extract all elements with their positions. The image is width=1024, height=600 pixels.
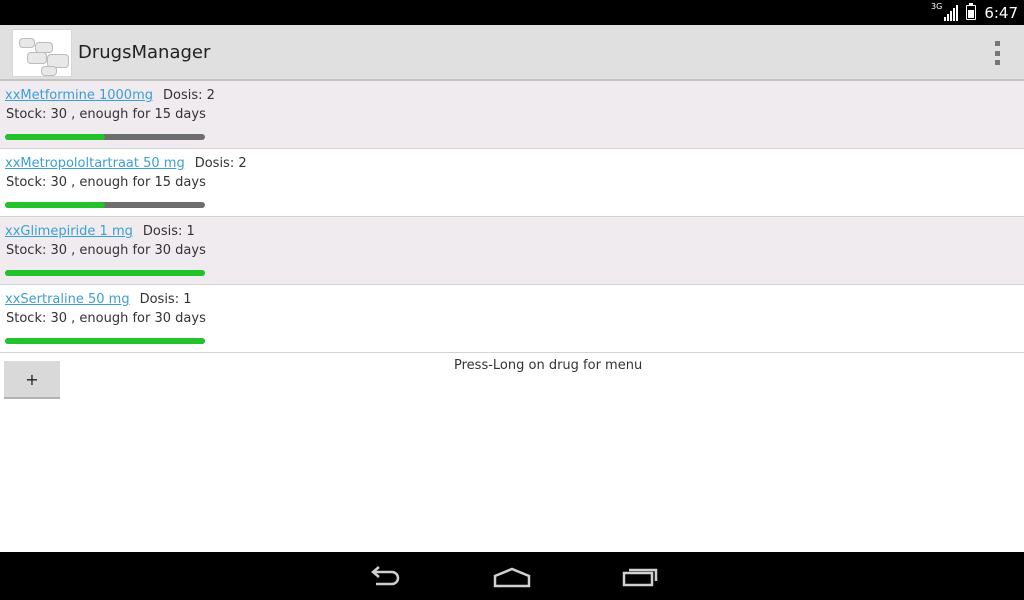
clock: 6:47 [984,3,1018,22]
drug-stock: Stock: 30 , enough for 15 days [6,175,206,190]
overflow-menu-icon[interactable] [992,41,1002,65]
drug-dosis: Dosis: 2 [194,156,247,171]
drug-list: xxMetformine 1000mg Dosis: 2 Stock: 30 , … [0,81,1024,353]
recent-apps-icon[interactable] [620,562,660,590]
drug-dosis: Dosis: 1 [142,224,195,239]
stock-progress-bar [5,202,205,208]
drug-dosis: Dosis: 1 [139,292,192,307]
drug-row[interactable]: xxMetropololtartraat 50 mg Dosis: 2 Stock… [0,149,1024,217]
stock-progress-bar [5,134,205,140]
stock-progress-bar [5,338,205,344]
drug-name-link[interactable]: xxMetformine 1000mg [5,88,153,103]
signal-icon [944,4,959,21]
back-icon[interactable] [364,562,404,590]
navigation-bar [0,552,1024,600]
long-press-hint: Press-Long on drug for menu [454,358,643,373]
drug-name-link[interactable]: xxMetropololtartraat 50 mg [5,156,185,171]
battery-icon [966,3,977,20]
status-bar: 3G 6:47 [0,0,1024,25]
drug-name-link[interactable]: xxSertraline 50 mg [5,292,130,307]
network-type: 3G [931,2,943,11]
drug-stock: Stock: 30 , enough for 15 days [6,107,206,122]
app-logo-icon [12,29,72,77]
action-bar: DrugsManager [0,25,1024,81]
drug-row[interactable]: xxSertraline 50 mg Dosis: 1 Stock: 30 , e… [0,285,1024,353]
drug-row[interactable]: xxGlimepiride 1 mg Dosis: 1 Stock: 30 , e… [0,217,1024,285]
add-drug-button[interactable]: + [4,361,60,399]
drug-row[interactable]: xxMetformine 1000mg Dosis: 2 Stock: 30 , … [0,81,1024,149]
drug-name-link[interactable]: xxGlimepiride 1 mg [5,224,133,239]
drug-stock: Stock: 30 , enough for 30 days [6,243,206,258]
stock-progress-bar [5,270,205,276]
drug-dosis: Dosis: 2 [163,88,215,103]
drug-stock: Stock: 30 , enough for 30 days [6,311,206,326]
home-icon[interactable] [492,562,532,590]
app-title: DrugsManager [78,42,211,63]
